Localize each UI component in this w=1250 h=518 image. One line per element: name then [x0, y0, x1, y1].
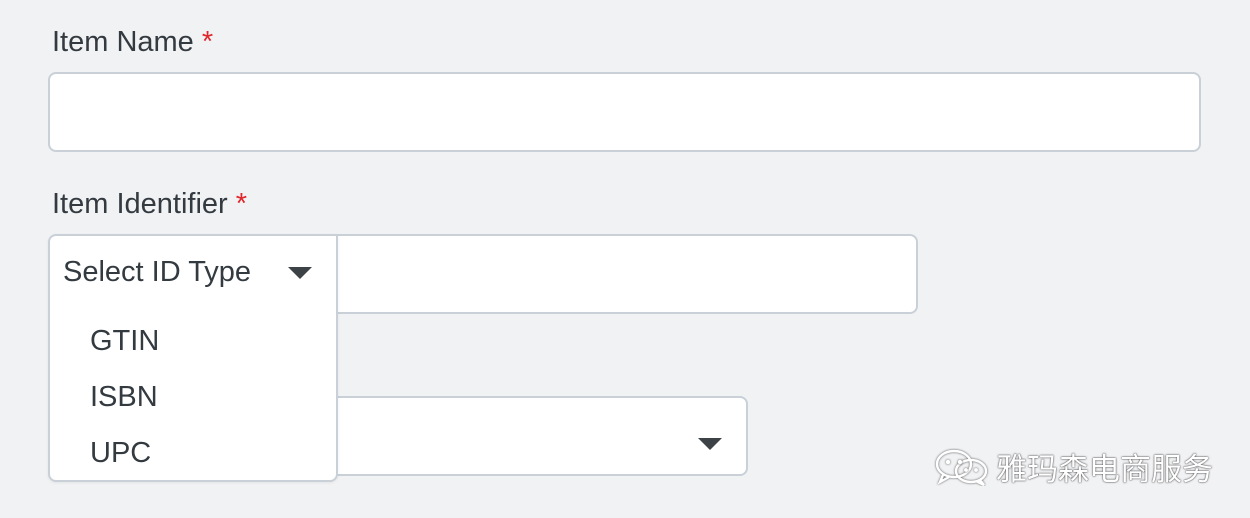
dropdown-option-upc[interactable]: UPC [50, 428, 336, 480]
item-identifier-label-text: Item Identifier [52, 188, 228, 220]
item-identifier-label: Item Identifier * [52, 188, 247, 221]
caret-down-icon [698, 438, 722, 450]
dropdown-option-label: ISBN [90, 381, 158, 413]
dropdown-option-label: GTIN [90, 325, 160, 357]
wechat-icon [935, 449, 988, 486]
id-type-dropdown: Select ID Type GTIN ISBN UPC [48, 234, 338, 482]
item-name-label: Item Name * [52, 26, 213, 59]
item-name-input[interactable] [48, 72, 1201, 152]
watermark-text: 雅玛森电商服务 [996, 452, 1213, 488]
caret-down-icon [288, 267, 312, 279]
dropdown-option-isbn[interactable]: ISBN [50, 372, 336, 424]
item-identifier-input[interactable] [320, 234, 918, 314]
required-marker: * [201, 26, 214, 58]
item-name-label-text: Item Name [52, 26, 194, 58]
secondary-select[interactable] [320, 396, 748, 476]
required-marker: * [235, 188, 247, 220]
id-type-select-label: Select ID Type [63, 256, 252, 288]
dropdown-option-gtin[interactable]: GTIN [50, 316, 336, 368]
watermark: 雅玛森电商服务 [934, 444, 1213, 489]
dropdown-option-label: UPC [90, 437, 152, 469]
id-type-select[interactable]: Select ID Type [50, 236, 336, 312]
